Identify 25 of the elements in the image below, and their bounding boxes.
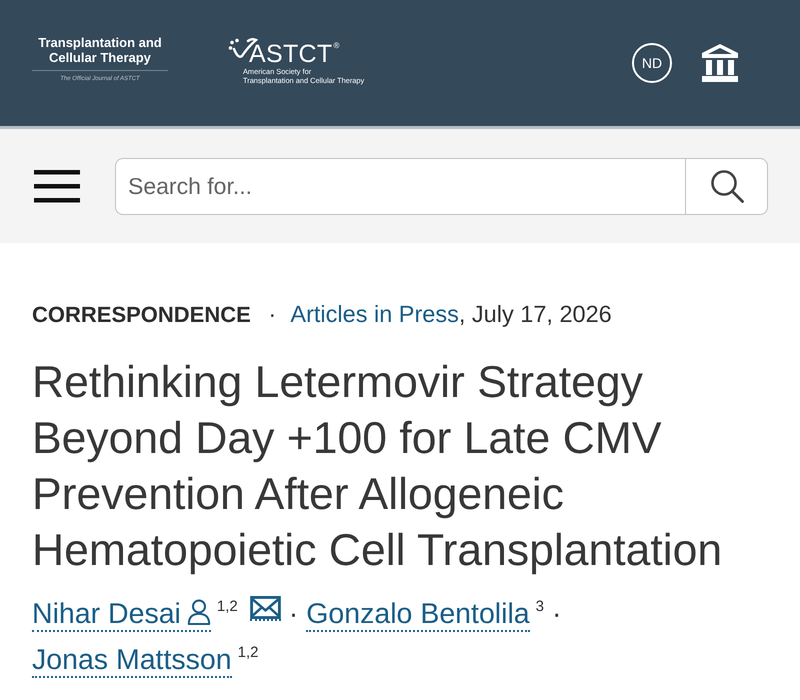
search-button[interactable] [685, 158, 768, 214]
account-button[interactable]: ND [632, 43, 672, 83]
separator-dot: · [552, 598, 562, 630]
author-link[interactable]: Gonzalo Bentolila [306, 598, 530, 632]
affiliation-numbers: 1,2 [238, 644, 258, 661]
society-name[interactable]: ASTCT [249, 41, 332, 67]
envelope-icon [250, 596, 281, 619]
menu-icon[interactable] [34, 170, 80, 202]
section-link[interactable]: Articles in Press [290, 301, 459, 327]
email-link[interactable] [250, 596, 281, 621]
registered-mark: ® [333, 41, 340, 51]
search-icon [710, 169, 744, 203]
author-link[interactable]: Nihar Desai [32, 598, 211, 632]
search-field[interactable]: Search for... [115, 158, 685, 214]
separator-dot: · [268, 301, 276, 327]
person-icon [186, 599, 211, 625]
article-title: Rethinking Letermovir Strategy Beyond Day +100 for Late CMV Prevention After Allogeneic Hematopoietic Cell Transplantation [32, 357, 724, 577]
publication-date: , July 17, 2026 [458, 301, 612, 327]
journal-title[interactable]: Transplantation and Cellular Therapy [38, 35, 162, 65]
article-category: CORRESPONDENCE [32, 302, 251, 327]
affiliation-numbers: 3 [536, 598, 544, 615]
affiliation-numbers: 1,2 [216, 598, 238, 615]
pillared-building-icon[interactable] [702, 44, 738, 82]
separator-dot: · [288, 598, 298, 630]
author-link[interactable]: Jonas Mattsson [32, 644, 232, 678]
